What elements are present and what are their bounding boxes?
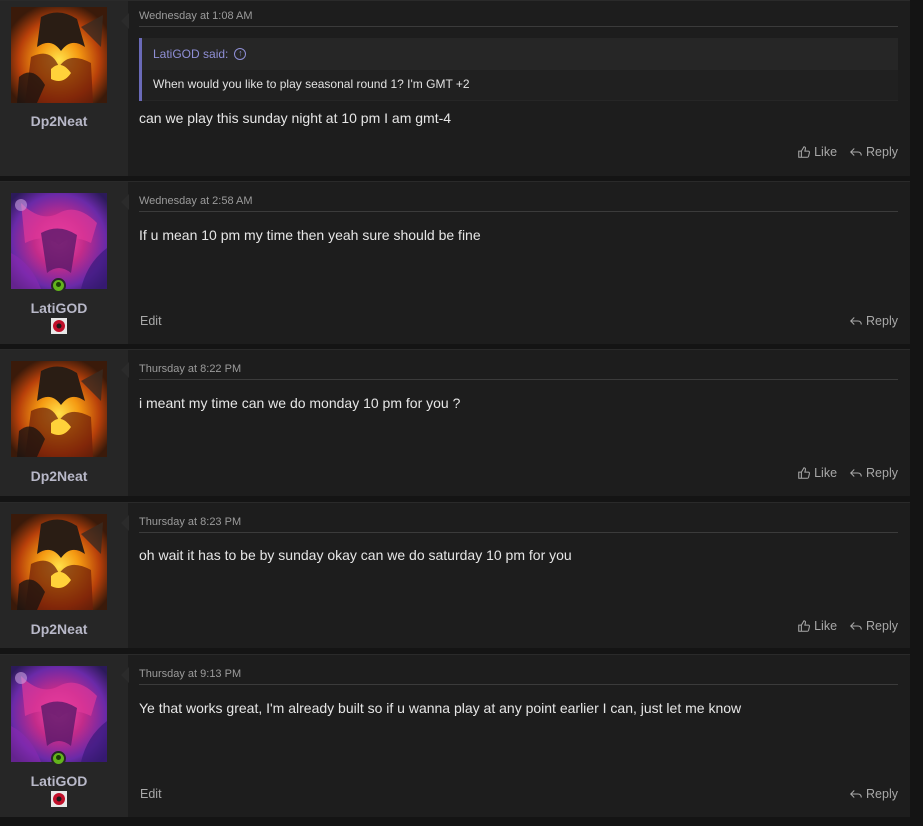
post-timestamp[interactable]: Thursday at 8:22 PM xyxy=(139,363,898,380)
post-arrow xyxy=(121,667,129,683)
avatar[interactable] xyxy=(11,514,107,610)
user-cell: Dp2Neat xyxy=(0,350,128,496)
online-status-icon xyxy=(51,278,66,293)
quote-text: When would you like to play seasonal rou… xyxy=(142,70,898,100)
reply-button[interactable]: Reply xyxy=(849,145,898,159)
reply-label: Reply xyxy=(866,787,898,801)
username[interactable]: LatiGOD xyxy=(0,300,118,316)
user-badge-icon xyxy=(51,318,67,334)
post-message: Ye that works great, I'm already built s… xyxy=(139,700,742,716)
post: LatiGOD Thursday at 9:13 PM Ye that work… xyxy=(0,654,910,817)
reply-arrow-icon xyxy=(850,148,862,156)
reply-label: Reply xyxy=(866,619,898,633)
user-cell: Dp2Neat xyxy=(0,1,128,176)
post-timestamp[interactable]: Wednesday at 2:58 AM xyxy=(139,195,898,212)
post-arrow xyxy=(121,515,129,531)
post: Dp2Neat Thursday at 8:23 PM oh wait it h… xyxy=(0,502,910,648)
username[interactable]: Dp2Neat xyxy=(0,113,118,129)
quote-block: LatiGOD said: ↑ When would you like to p… xyxy=(139,38,898,101)
like-button[interactable]: Like xyxy=(797,466,837,480)
avatar[interactable] xyxy=(11,666,107,762)
post-actions: Like Reply xyxy=(797,619,898,633)
like-label: Like xyxy=(814,619,838,633)
reply-button[interactable]: Reply xyxy=(849,314,898,328)
post-timestamp[interactable]: Wednesday at 1:08 AM xyxy=(139,10,898,27)
user-badge-icon xyxy=(51,791,67,807)
username[interactable]: LatiGOD xyxy=(0,773,118,789)
post-actions: Like Reply xyxy=(797,145,898,159)
avatar[interactable] xyxy=(11,7,107,103)
post-arrow xyxy=(121,362,129,378)
post: Dp2Neat Wednesday at 1:08 AM LatiGOD sai… xyxy=(0,0,910,176)
avatar[interactable] xyxy=(11,193,107,289)
post-arrow xyxy=(121,13,129,29)
reply-arrow-icon xyxy=(850,317,862,325)
post-message: If u mean 10 pm my time then yeah sure s… xyxy=(139,227,481,243)
reply-arrow-icon xyxy=(850,622,862,630)
post-message: oh wait it has to be by sunday okay can … xyxy=(139,547,572,563)
edit-button[interactable]: Edit xyxy=(140,787,162,801)
reply-button[interactable]: Reply xyxy=(849,619,898,633)
online-status-icon xyxy=(51,751,66,766)
reply-arrow-icon xyxy=(850,790,862,798)
post: Dp2Neat Thursday at 8:22 PM i meant my t… xyxy=(0,349,910,496)
avatar[interactable] xyxy=(11,361,107,457)
reply-button[interactable]: Reply xyxy=(849,787,898,801)
edit-button[interactable]: Edit xyxy=(140,314,162,328)
reply-label: Reply xyxy=(866,145,898,159)
thumbs-up-icon xyxy=(798,620,811,632)
username[interactable]: Dp2Neat xyxy=(0,468,118,484)
post-timestamp[interactable]: Thursday at 8:23 PM xyxy=(139,516,898,533)
post-message: can we play this sunday night at 10 pm I… xyxy=(139,110,452,126)
like-button[interactable]: Like xyxy=(797,619,837,633)
like-label: Like xyxy=(814,466,838,480)
thumbs-up-icon xyxy=(798,146,811,158)
quote-author: LatiGOD said: xyxy=(153,47,229,61)
post-actions: Reply xyxy=(849,787,898,801)
reply-label: Reply xyxy=(866,466,898,480)
username[interactable]: Dp2Neat xyxy=(0,621,118,637)
post-actions: Like Reply xyxy=(797,466,898,480)
arrow-up-circle-icon[interactable]: ↑ xyxy=(234,48,247,60)
post-timestamp[interactable]: Thursday at 9:13 PM xyxy=(139,668,898,685)
reply-button[interactable]: Reply xyxy=(849,466,898,480)
post-message: i meant my time can we do monday 10 pm f… xyxy=(139,395,461,411)
quote-header[interactable]: LatiGOD said: ↑ xyxy=(153,47,247,61)
user-cell: LatiGOD xyxy=(0,182,128,344)
like-button[interactable]: Like xyxy=(797,145,837,159)
like-label: Like xyxy=(814,145,838,159)
user-cell: LatiGOD xyxy=(0,655,128,817)
thumbs-up-icon xyxy=(798,467,811,479)
post: LatiGOD Wednesday at 2:58 AM If u mean 1… xyxy=(0,181,910,344)
post-arrow xyxy=(121,194,129,210)
reply-arrow-icon xyxy=(850,469,862,477)
reply-label: Reply xyxy=(866,314,898,328)
post-actions: Reply xyxy=(849,314,898,328)
user-cell: Dp2Neat xyxy=(0,503,128,648)
